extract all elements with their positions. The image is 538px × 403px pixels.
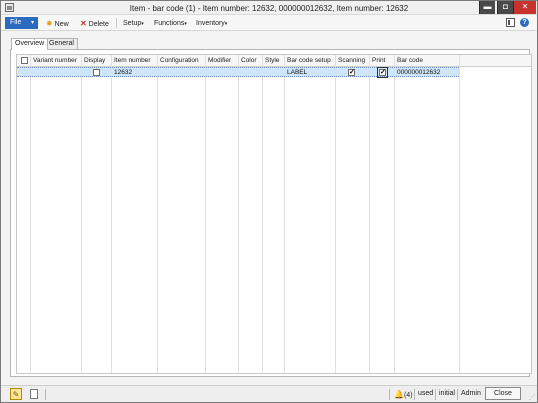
column-header-style[interactable]: Style — [263, 55, 284, 67]
status-user: Admin — [461, 390, 481, 397]
new-button[interactable]: ✸ New — [46, 18, 69, 29]
status-company: initial — [439, 390, 455, 397]
title-bar: Item - bar code (1) - Item number: 12632… — [1, 1, 537, 15]
resize-grip-icon[interactable]: ⋰ — [529, 394, 535, 401]
cell-bar-code-setup[interactable]: LABEL — [285, 68, 335, 77]
column-header-bar-code[interactable]: Bar code — [395, 55, 458, 67]
chevron-down-icon: ▾ — [224, 21, 228, 27]
close-window-button[interactable]: ✕ — [513, 1, 536, 14]
column-header-print[interactable]: Print — [370, 55, 394, 67]
display-checkbox[interactable] — [93, 69, 100, 76]
help-icon[interactable]: ? — [520, 18, 529, 27]
fact-box-pane-icon[interactable] — [506, 18, 515, 27]
setup-menu[interactable]: Setup▾ — [123, 18, 144, 29]
column-header-display[interactable]: Display — [82, 55, 111, 67]
chevron-down-icon: ▾ — [184, 21, 187, 27]
document-attachments-icon[interactable] — [30, 389, 38, 399]
column-header-color[interactable]: Color — [239, 55, 261, 67]
cell-color[interactable] — [239, 68, 261, 77]
scanning-checkbox[interactable] — [348, 68, 355, 76]
column-divider — [369, 55, 370, 373]
barcode-grid: Variant number Display Item number Confi… — [16, 54, 532, 374]
functions-menu[interactable]: Functions▾ — [154, 18, 187, 29]
tab-general[interactable]: General — [45, 38, 78, 49]
edit-mode-pencil-icon[interactable]: ✎ — [10, 388, 22, 400]
file-menu-label: File — [10, 19, 22, 26]
status-bar: ✎ 🔔(4) used initial Admin Close ⋰ — [1, 385, 537, 402]
action-toolbar: File ▾ ✸ New ✕ Delete Setup▾ Functions▾ … — [1, 15, 537, 31]
delete-x-icon: ✕ — [80, 19, 87, 28]
cell-style[interactable] — [263, 68, 284, 77]
notifications-count: (4) — [403, 392, 413, 399]
column-header-bar-code-setup[interactable]: Bar code setup — [285, 55, 335, 67]
minimize-button[interactable]: ▬ — [479, 1, 495, 14]
column-divider — [157, 55, 158, 373]
status-currency: used — [418, 390, 434, 397]
column-header-variant-number[interactable]: Variant number — [31, 55, 81, 67]
column-divider — [262, 55, 263, 373]
column-divider — [335, 55, 336, 373]
select-all-checkbox[interactable] — [21, 57, 28, 64]
column-header-configuration[interactable]: Configuration — [158, 55, 205, 67]
item-barcode-window: Item - bar code (1) - Item number: 12632… — [0, 0, 538, 403]
column-divider — [111, 55, 112, 373]
inventory-menu-label: Inventory — [196, 20, 225, 27]
status-divider — [45, 389, 46, 400]
table-row[interactable] — [17, 67, 459, 77]
cell-item-number[interactable]: 12632 — [112, 68, 157, 77]
setup-menu-label: Setup — [123, 20, 142, 27]
form-content: Overview General Variant number Display … — [5, 33, 533, 381]
column-header-scanning[interactable]: Scanning — [336, 55, 369, 67]
chevron-down-icon: ▾ — [30, 20, 34, 26]
overview-tab-panel: Variant number Display Item number Confi… — [10, 49, 532, 377]
status-divider — [435, 389, 436, 400]
chevron-down-icon: ▾ — [141, 21, 144, 27]
print-checkbox[interactable] — [377, 67, 388, 78]
toolbar-divider — [116, 18, 117, 28]
close-button[interactable]: Close — [485, 387, 521, 400]
inventory-menu[interactable]: Inventory▾ — [196, 18, 227, 29]
column-divider — [30, 55, 31, 373]
status-divider — [389, 389, 390, 400]
column-header-modifier[interactable]: Modifier — [206, 55, 238, 67]
cell-modifier[interactable] — [206, 68, 238, 77]
status-divider — [414, 389, 415, 400]
new-button-label: New — [54, 21, 69, 28]
delete-button-label: Delete — [88, 21, 109, 28]
column-divider — [284, 55, 285, 373]
window-title: Item - bar code (1) - Item number: 12632… — [129, 4, 409, 13]
column-divider — [459, 55, 460, 373]
file-menu-button[interactable]: File ▾ — [5, 17, 38, 29]
column-divider — [81, 55, 82, 373]
functions-menu-label: Functions — [154, 20, 185, 27]
column-divider — [205, 55, 206, 373]
bell-icon: 🔔 — [394, 390, 404, 399]
column-header-item-number[interactable]: Item number — [112, 55, 157, 67]
grid-header: Variant number Display Item number Confi… — [17, 55, 531, 67]
column-divider — [394, 55, 395, 373]
tab-overview[interactable]: Overview — [11, 38, 49, 50]
cell-variant-number[interactable] — [31, 68, 81, 77]
column-divider — [238, 55, 239, 373]
new-star-icon: ✸ — [46, 19, 53, 28]
cell-bar-code[interactable]: 000000012632 — [395, 68, 458, 77]
delete-button[interactable]: ✕ Delete — [80, 18, 109, 29]
maximize-button[interactable]: ◘ — [497, 1, 513, 14]
notifications-indicator[interactable]: 🔔(4) — [394, 390, 413, 399]
status-divider — [457, 389, 458, 400]
cell-configuration[interactable] — [158, 68, 205, 77]
